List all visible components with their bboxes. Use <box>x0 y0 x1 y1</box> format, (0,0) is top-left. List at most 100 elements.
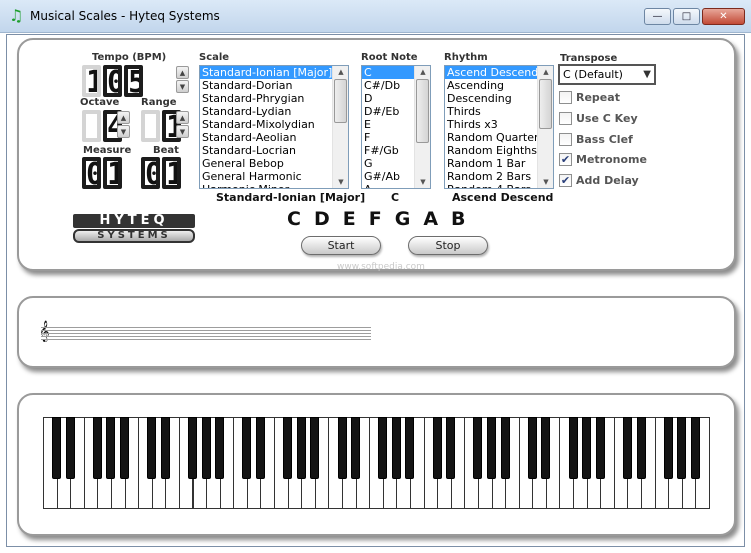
black-key[interactable] <box>242 417 252 479</box>
black-key[interactable] <box>147 417 157 479</box>
bass-clef-checkbox[interactable] <box>559 133 572 146</box>
black-key[interactable] <box>160 417 170 479</box>
black-key[interactable] <box>215 417 225 479</box>
rhythm-list-item[interactable]: Descending <box>445 92 537 105</box>
scale-list-item[interactable]: Standard-Aeolian <box>200 131 332 144</box>
black-key[interactable] <box>582 417 592 479</box>
repeat-checkbox[interactable] <box>559 91 572 104</box>
scroll-up-icon[interactable]: ▲ <box>415 66 430 78</box>
rhythm-list-item[interactable]: Ascending <box>445 79 537 92</box>
root-note-list-item[interactable]: F#/Gb <box>362 144 414 157</box>
minimize-button[interactable]: — <box>644 8 671 25</box>
scrollbar-thumb[interactable] <box>539 79 552 129</box>
range-up-button[interactable]: ▲ <box>176 111 189 124</box>
option-add-delay[interactable]: ✔ Add Delay <box>559 174 639 187</box>
black-key[interactable] <box>351 417 361 479</box>
black-key[interactable] <box>446 417 456 479</box>
rhythm-list-item[interactable]: Random 4 Bars <box>445 183 537 188</box>
black-key[interactable] <box>500 417 510 479</box>
black-key[interactable] <box>52 417 62 479</box>
black-key[interactable] <box>473 417 483 479</box>
black-key[interactable] <box>541 417 551 479</box>
rhythm-list-item[interactable]: Thirds <box>445 105 537 118</box>
black-key[interactable] <box>255 417 265 479</box>
black-key[interactable] <box>663 417 673 479</box>
black-key[interactable] <box>337 417 347 479</box>
scale-list-item[interactable]: Standard-Locrian <box>200 144 332 157</box>
root-note-list-item[interactable]: C <box>362 66 414 79</box>
black-key[interactable] <box>595 417 605 479</box>
black-key[interactable] <box>527 417 537 479</box>
root-note-list-item[interactable]: E <box>362 118 414 131</box>
rhythm-list-item[interactable]: Random 2 Bars <box>445 170 537 183</box>
black-key[interactable] <box>677 417 687 479</box>
option-use-c-key[interactable]: Use C Key <box>559 112 638 125</box>
tempo-up-button[interactable]: ▲ <box>176 66 189 79</box>
black-key[interactable] <box>378 417 388 479</box>
root-note-list-item[interactable]: G#/Ab <box>362 170 414 183</box>
scroll-down-icon[interactable]: ▼ <box>415 176 430 188</box>
black-key[interactable] <box>65 417 75 479</box>
black-key[interactable] <box>636 417 646 479</box>
scale-list-item[interactable]: Standard-Lydian <box>200 105 332 118</box>
black-key[interactable] <box>296 417 306 479</box>
black-key[interactable] <box>432 417 442 479</box>
rhythm-list[interactable]: Ascend Descend Ascending Descending Thirds T… <box>444 65 554 189</box>
black-key[interactable] <box>188 417 197 479</box>
maximize-button[interactable]: □ <box>673 8 700 25</box>
start-button[interactable]: Start <box>301 236 381 255</box>
scroll-down-icon[interactable]: ▼ <box>538 176 553 188</box>
black-key[interactable] <box>310 417 320 479</box>
scale-list-item[interactable]: Standard-Dorian <box>200 79 332 92</box>
scale-list-item[interactable]: Harmonic Minor <box>200 183 332 188</box>
scale-scrollbar[interactable]: ▲ ▼ <box>332 66 348 188</box>
use-c-key-checkbox[interactable] <box>559 112 572 125</box>
rhythm-list-item[interactable]: Ascend Descend <box>445 66 538 79</box>
rhythm-list-item[interactable]: Thirds x3 <box>445 118 537 131</box>
scroll-up-icon[interactable]: ▲ <box>333 66 348 78</box>
root-note-list-item[interactable]: A <box>362 183 414 188</box>
root-note-list-item[interactable]: D <box>362 92 414 105</box>
rhythm-scrollbar[interactable]: ▲ ▼ <box>537 66 553 188</box>
black-key[interactable] <box>622 417 632 479</box>
scale-list-item[interactable]: Standard-Ionian [Major] <box>200 66 332 79</box>
rhythm-list-item[interactable]: Random Quarters <box>445 131 544 144</box>
scroll-up-icon[interactable]: ▲ <box>538 66 553 78</box>
scale-list[interactable]: Standard-Ionian [Major] Standard-Dorian St… <box>199 65 349 189</box>
octave-up-button[interactable]: ▲ <box>117 111 130 124</box>
black-key[interactable] <box>283 417 293 479</box>
stop-button[interactable]: Stop <box>408 236 488 255</box>
scrollbar-thumb[interactable] <box>334 79 347 123</box>
scrollbar-thumb[interactable] <box>416 79 429 143</box>
rhythm-list-item[interactable]: Random Eighths <box>445 144 537 157</box>
root-note-list-item[interactable]: C#/Db <box>362 79 414 92</box>
option-metronome[interactable]: ✔ Metronome <box>559 153 647 166</box>
scale-list-item[interactable]: General Bebop <box>200 157 332 170</box>
range-down-button[interactable]: ▼ <box>176 125 189 138</box>
black-key[interactable] <box>405 417 415 479</box>
add-delay-checkbox[interactable]: ✔ <box>559 174 572 187</box>
scroll-down-icon[interactable]: ▼ <box>333 176 348 188</box>
octave-down-button[interactable]: ▼ <box>117 125 130 138</box>
black-key[interactable] <box>690 417 700 479</box>
option-repeat[interactable]: Repeat <box>559 91 620 104</box>
black-key[interactable] <box>568 417 578 479</box>
scale-list-item[interactable]: Standard-Mixolydian <box>200 118 332 131</box>
option-bass-clef[interactable]: Bass Clef <box>559 133 633 146</box>
close-button[interactable]: ✕ <box>702 8 745 25</box>
transpose-select[interactable]: C (Default) ▼ <box>558 64 656 85</box>
scale-list-item[interactable]: Standard-Phrygian <box>200 92 332 105</box>
black-key[interactable] <box>201 417 211 479</box>
scale-list-item[interactable]: General Harmonic <box>200 170 332 183</box>
root-note-list-item[interactable]: D#/Eb <box>362 105 414 118</box>
tempo-down-button[interactable]: ▼ <box>176 80 189 93</box>
metronome-checkbox[interactable]: ✔ <box>559 153 572 166</box>
black-key[interactable] <box>391 417 401 479</box>
chevron-down-icon[interactable]: ▼ <box>643 66 651 83</box>
root-note-list[interactable]: CC#/DbDD#/EbEFF#/GbGG#/AbA ▲ ▼ <box>361 65 431 189</box>
black-key[interactable] <box>120 417 130 479</box>
root-note-list-item[interactable]: G <box>362 157 414 170</box>
rhythm-list-item[interactable]: Random 1 Bar <box>445 157 537 170</box>
root-note-scrollbar[interactable]: ▲ ▼ <box>414 66 430 188</box>
black-key[interactable] <box>106 417 116 479</box>
